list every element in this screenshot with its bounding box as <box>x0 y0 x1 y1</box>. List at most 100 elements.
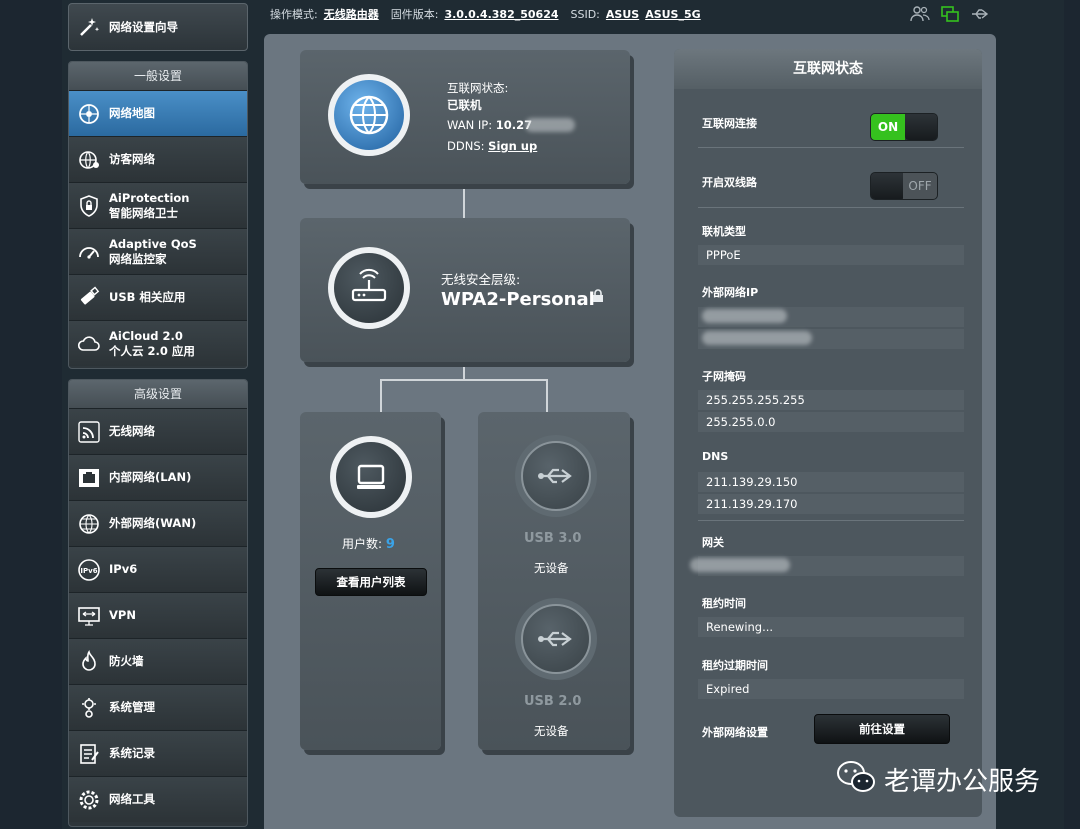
fire-icon <box>75 648 103 676</box>
sidebar-item-network-tools[interactable]: 网络工具 <box>69 776 247 822</box>
connection-type-value: PPPoE <box>698 245 964 265</box>
mode-label: 操作模式: <box>270 8 318 21</box>
dns-value: 211.139.29.170 <box>698 494 964 514</box>
sidebar-item-label: IPv6 <box>109 562 138 576</box>
usb-icon <box>521 441 591 511</box>
lease-time-value: Renewing... <box>698 617 964 637</box>
subnet-mask-value: 255.255.255.255 <box>698 390 964 410</box>
usb-icon <box>521 604 591 674</box>
guest-network-icon <box>75 146 103 174</box>
ssid-5g-link[interactable]: ASUS_5G <box>645 8 700 21</box>
sidebar-item-label: VPN <box>109 608 136 622</box>
sidebar-item-aicloud[interactable]: AiCloud 2.0 个人云 2.0 应用 <box>69 320 247 366</box>
sidebar-item-label: 系统记录 <box>109 746 155 760</box>
sidebar-item-label: AiProtection <box>109 190 190 205</box>
sidebar-item-label: 外部网络(WAN) <box>109 516 197 530</box>
dns-label: DNS <box>702 450 729 463</box>
sidebar-item-system-log[interactable]: 系统记录 <box>69 730 247 776</box>
connector-line <box>463 362 465 380</box>
ddns-signup-link[interactable]: Sign up <box>488 139 537 153</box>
wan-ip-label: WAN IP: <box>447 118 493 132</box>
view-client-list-button[interactable]: 查看用户列表 <box>315 568 427 596</box>
globe-icon <box>75 510 103 538</box>
connector-line <box>380 379 382 413</box>
usb2-label: USB 2.0 <box>524 694 582 709</box>
sidebar-item-firewall[interactable]: 防火墙 <box>69 638 247 684</box>
wifi-icon <box>75 418 103 446</box>
sidebar-general-group: 一般设置 网络地图 访客网络 AiProtection 智能网络卫士 Adapt… <box>68 61 248 369</box>
ssid-2g-link[interactable]: ASUS <box>606 8 639 21</box>
sidebar-item-network-map[interactable]: 网络地图 <box>69 90 247 136</box>
vpn-monitor-icon <box>75 602 103 630</box>
subnet-mask-value: 255.255.0.0 <box>698 412 964 432</box>
toggle-off-label: OFF <box>903 173 937 199</box>
speedometer-icon <box>75 238 103 266</box>
cloud-icon <box>75 330 103 358</box>
sidebar-item-label: 网络工具 <box>109 792 155 806</box>
sidebar-item-ipv6[interactable]: IPv6 IPv6 <box>69 546 247 592</box>
wizard-icon <box>75 13 103 41</box>
goto-settings-button[interactable]: 前往设置 <box>814 714 950 744</box>
internet-connection-label: 互联网连接 <box>702 117 757 130</box>
sidebar-item-aiprotection[interactable]: AiProtection 智能网络卫士 <box>69 182 247 228</box>
clients-button[interactable] <box>330 436 412 518</box>
dns-value: 211.139.29.150 <box>698 472 964 492</box>
router-button[interactable] <box>328 247 410 329</box>
sidebar-item-administration[interactable]: 系统管理 <box>69 684 247 730</box>
sidebar-item-wireless[interactable]: 无线网络 <box>69 408 247 454</box>
sidebar-section-title: 高级设置 <box>69 380 247 408</box>
sidebar-item-wan[interactable]: 外部网络(WAN) <box>69 500 247 546</box>
redacted-blur <box>702 331 812 345</box>
internet-status-value: 已联机 <box>447 98 482 112</box>
toggle-knob <box>871 173 905 199</box>
lease-expire-value: Expired <box>698 679 964 699</box>
lease-time-label: 租约时间 <box>702 597 746 610</box>
usb3-label: USB 3.0 <box>524 531 582 546</box>
dual-wan-toggle[interactable]: OFF <box>870 172 938 200</box>
connector-line <box>463 185 465 219</box>
status-panel-title: 互联网状态 <box>674 49 982 89</box>
wireless-security-value: WPA2-Personal <box>441 289 595 310</box>
sidebar-item-usb-apps[interactable]: USB 相关应用 <box>69 274 247 320</box>
wireless-security-label: 无线安全层级: <box>441 272 521 287</box>
ipv6-icon: IPv6 <box>75 556 103 584</box>
internet-status-panel: 互联网状态 互联网连接 ON 开启双线路 OFF 联机类型 PPPoE 外部网络… <box>674 49 982 817</box>
connector-line <box>380 379 548 381</box>
globe-icon <box>334 80 404 150</box>
sidebar-item-sublabel: 智能网络卫士 <box>109 205 178 220</box>
wan-ip-label: 外部网络IP <box>702 286 759 299</box>
network-connected-icon[interactable] <box>940 5 960 23</box>
usb-status-icon[interactable] <box>970 5 990 23</box>
sidebar-item-sublabel: 网络监控家 <box>109 251 167 266</box>
dual-wan-label: 开启双线路 <box>702 176 757 189</box>
usb2-status: 无设备 <box>534 724 569 738</box>
users-icon[interactable] <box>910 5 930 23</box>
wechat-icon <box>836 760 876 798</box>
mode-link[interactable]: 无线路由器 <box>324 6 379 22</box>
sidebar-item-label: Adaptive QoS <box>109 236 197 251</box>
tools-gear-icon <box>75 786 103 814</box>
connection-type-label: 联机类型 <box>702 225 746 238</box>
sidebar-item-label: 访客网络 <box>109 152 155 166</box>
internet-globe-button[interactable] <box>328 74 410 156</box>
sidebar-item-lan[interactable]: 内部网络(LAN) <box>69 454 247 500</box>
lock-icon <box>592 288 604 307</box>
usb2-button[interactable] <box>515 598 597 680</box>
top-status-bar: 操作模式: 无线路由器 固件版本: 3.0.0.4.382_50624 SSID… <box>270 0 1010 28</box>
sidebar-item-setup-wizard[interactable]: 网络设置向导 <box>68 3 248 51</box>
divider <box>698 147 964 148</box>
redacted-blur <box>702 309 787 323</box>
connector-line <box>546 379 548 413</box>
firmware-link[interactable]: 3.0.0.4.382_50624 <box>444 8 558 21</box>
sidebar-advanced-group: 高级设置 无线网络 内部网络(LAN) 外部网络(WAN) IPv6 IPv6 … <box>68 379 248 827</box>
usb3-button[interactable] <box>515 435 597 517</box>
admin-gear-icon <box>75 694 103 722</box>
sidebar-item-sublabel: 个人云 2.0 应用 <box>109 343 195 358</box>
sidebar-item-vpn[interactable]: VPN <box>69 592 247 638</box>
sidebar-item-adaptive-qos[interactable]: Adaptive QoS 网络监控家 <box>69 228 247 274</box>
sidebar-item-guest-network[interactable]: 访客网络 <box>69 136 247 182</box>
ddns-label: DDNS: <box>447 139 485 153</box>
shield-lock-icon <box>75 192 103 220</box>
internet-connection-toggle[interactable]: ON <box>870 113 938 141</box>
usb-drive-icon <box>75 284 103 312</box>
